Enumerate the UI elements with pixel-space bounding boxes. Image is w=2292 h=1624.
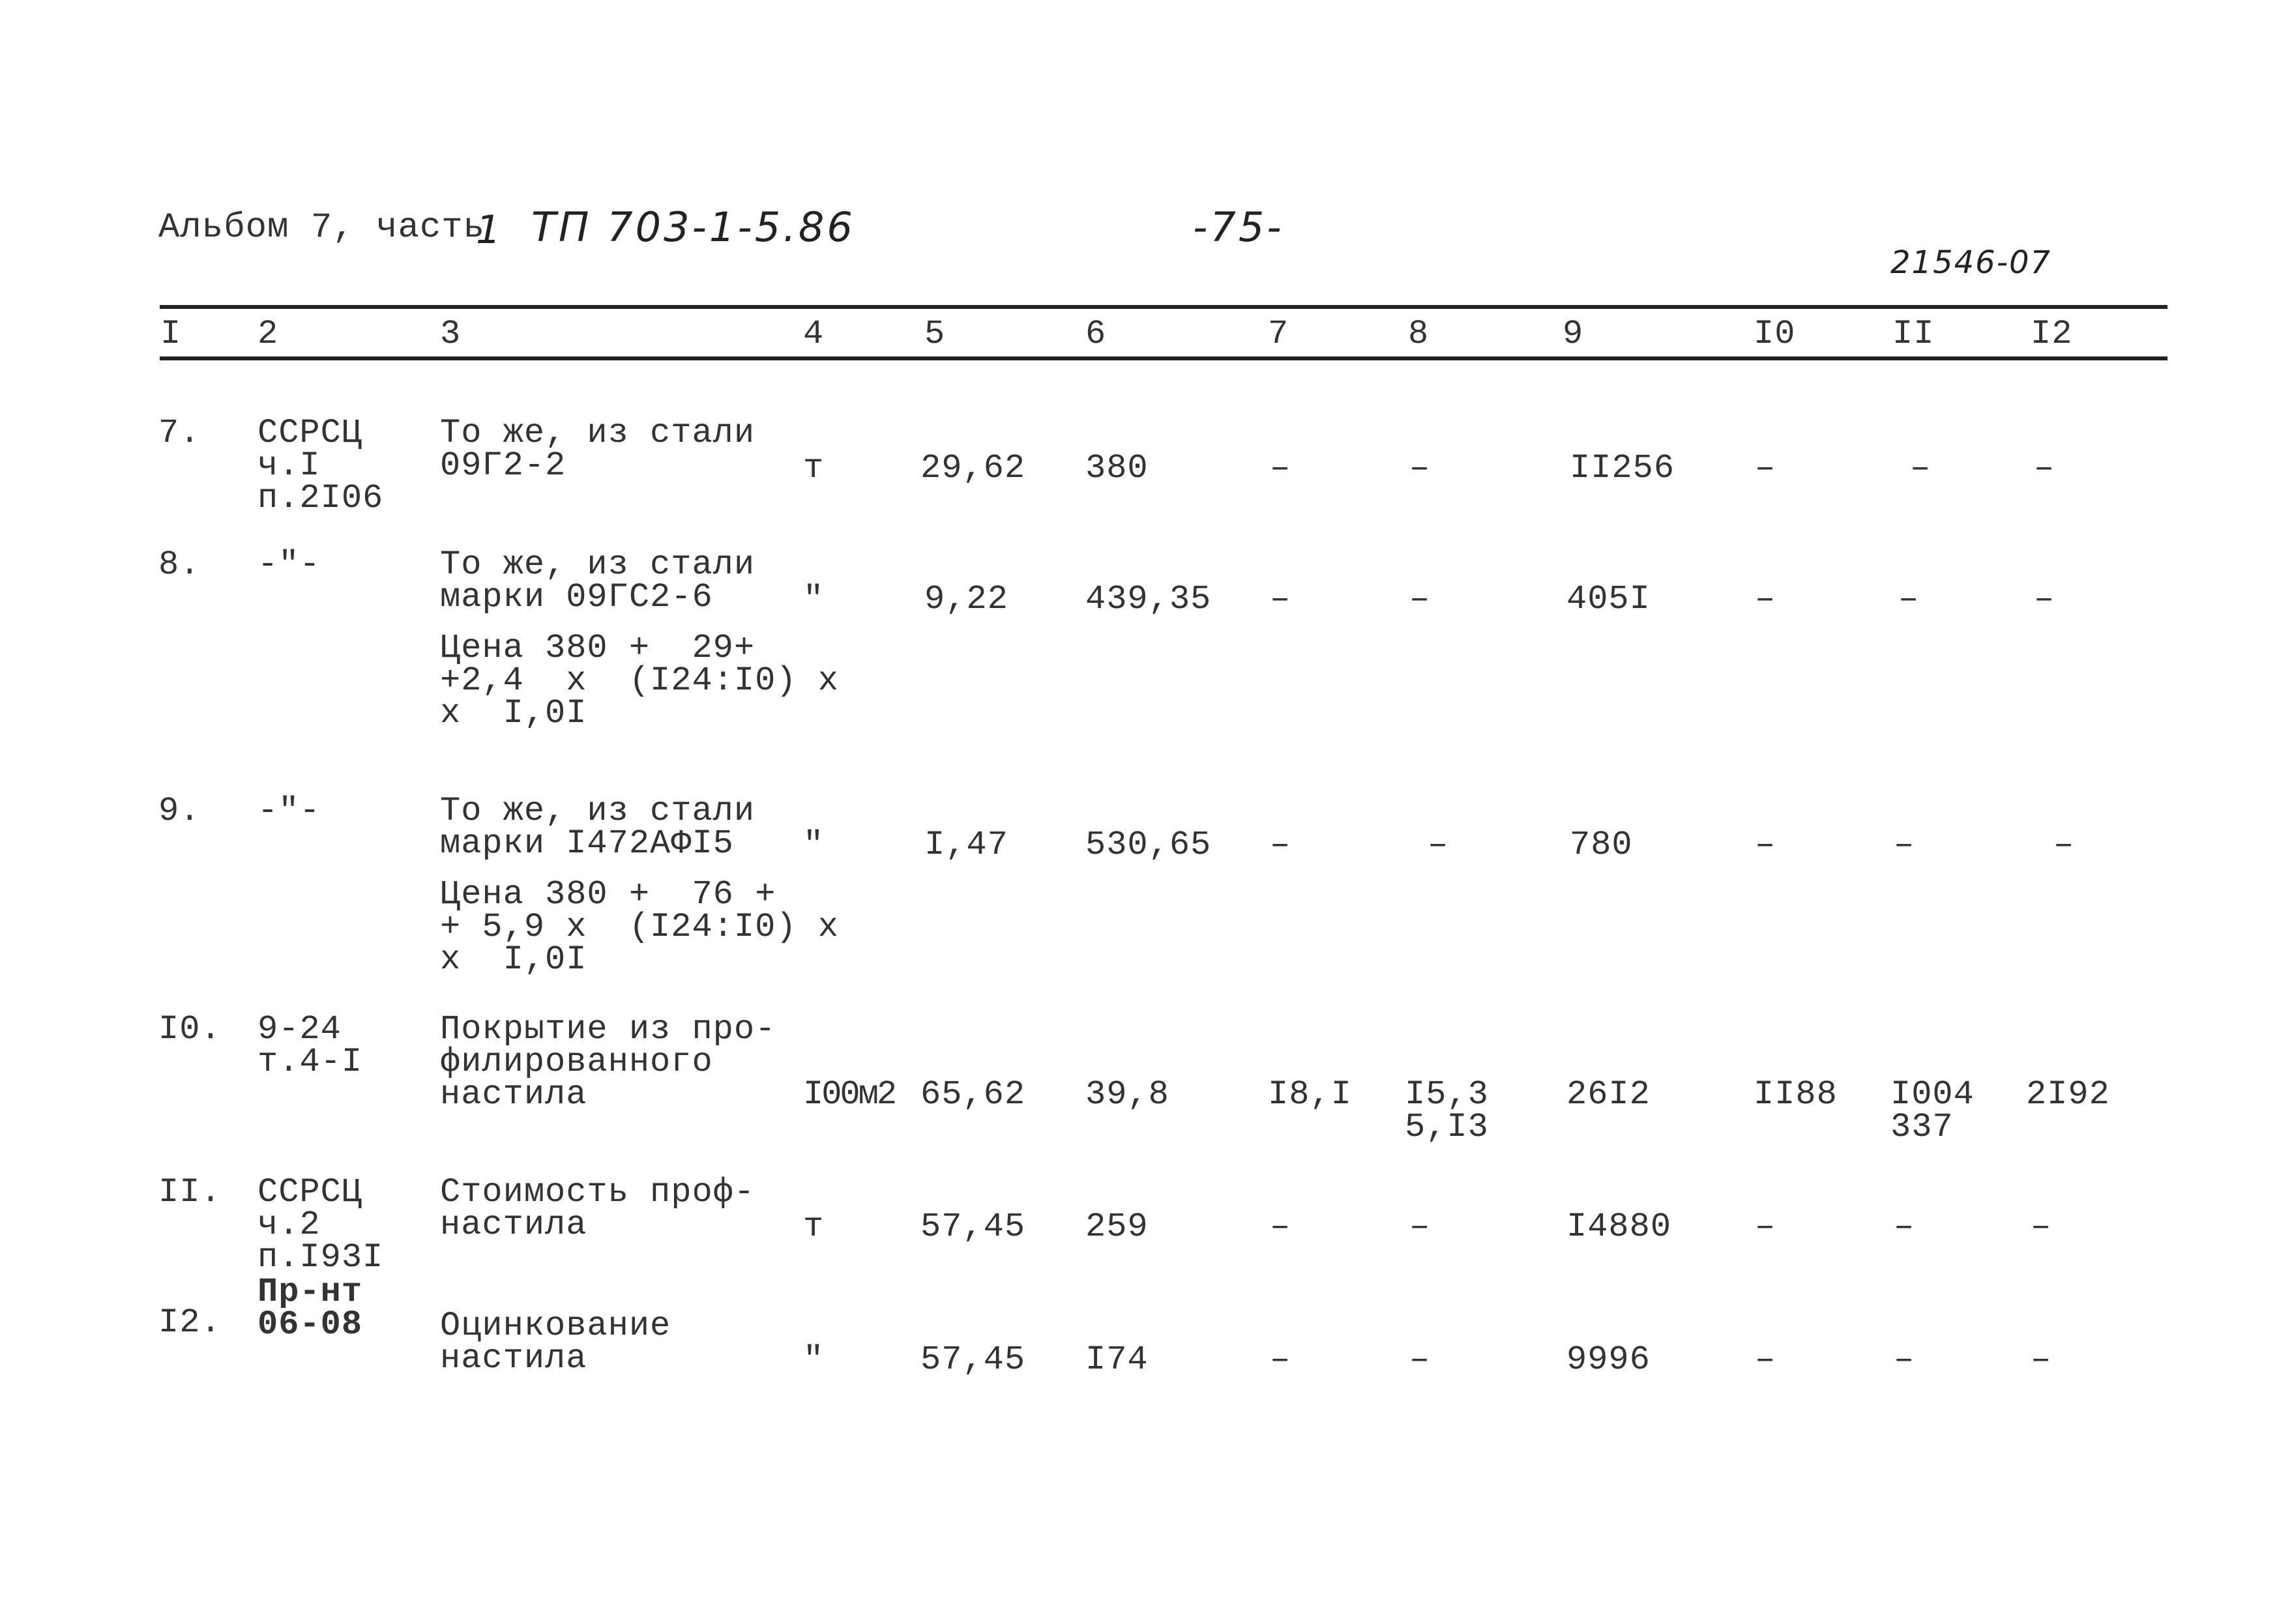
col8-value: – <box>1428 826 1449 864</box>
project-code: ТП 703-1-5.86 <box>531 203 855 251</box>
unit: т <box>803 449 825 487</box>
reference: ССРСЦ ч.I п.2I06 <box>257 414 384 517</box>
column-number: 4 <box>803 315 825 353</box>
column-number: II <box>1892 315 1935 353</box>
column-number: I0 <box>1754 315 1796 353</box>
page-number: -75- <box>1193 203 1284 251</box>
col10-value: – <box>1755 826 1776 864</box>
row-number: II. <box>158 1173 222 1211</box>
col10-value: II88 <box>1754 1075 1838 1114</box>
col8-value: I5,3 5,I3 <box>1405 1075 1489 1146</box>
col10-value: – <box>1755 449 1776 487</box>
unit: I00м2 <box>803 1075 897 1114</box>
col11-value: – <box>1894 1208 1915 1246</box>
col7-value: – <box>1270 580 1291 618</box>
col12-value: – <box>2034 449 2055 487</box>
column-number: 2 <box>257 315 279 353</box>
col8-value: – <box>1409 1208 1431 1246</box>
unit-price: 259 <box>1085 1208 1149 1246</box>
unit-price: 380 <box>1085 449 1149 487</box>
unit: " <box>803 580 825 618</box>
unit-price: 439,35 <box>1085 580 1212 618</box>
part-number-handwritten: 1 <box>476 207 501 253</box>
unit-price: I74 <box>1085 1341 1149 1379</box>
description: Покрытие из про- филированного настила <box>440 1010 776 1114</box>
unit-price: 39,8 <box>1085 1075 1169 1114</box>
total-cost: II256 <box>1570 449 1675 487</box>
col12-value: – <box>2034 580 2055 618</box>
col7-value: – <box>1270 826 1291 864</box>
total-cost: I4880 <box>1566 1208 1672 1246</box>
column-number: 8 <box>1408 315 1430 353</box>
col7-value: – <box>1270 449 1291 487</box>
column-number: 9 <box>1563 315 1584 353</box>
row-number: 9. <box>158 792 201 830</box>
quantity: 9,22 <box>924 580 1008 618</box>
col11-value: – <box>1898 580 1920 618</box>
col12-value: – <box>2031 1341 2052 1379</box>
unit: т <box>803 1208 825 1246</box>
quantity: 57,45 <box>920 1208 1026 1246</box>
row-number: 7. <box>158 414 201 452</box>
unit-price: 530,65 <box>1085 826 1212 864</box>
quantity: I,47 <box>924 826 1008 864</box>
quantity: 57,45 <box>920 1341 1026 1379</box>
column-number: I <box>160 315 182 353</box>
reference: ССРСЦ ч.2 п.I93I <box>257 1173 384 1277</box>
col11-value: – <box>1894 1341 1915 1379</box>
description: Оцинкование настила <box>440 1307 671 1378</box>
header-rule-bottom <box>160 356 2167 360</box>
description: Стоимость проф- настила <box>440 1173 756 1244</box>
album-label: Альбом 7, часть <box>158 208 486 248</box>
column-number: 3 <box>440 315 462 353</box>
col7-value: I8,I <box>1268 1075 1352 1114</box>
column-number: 6 <box>1085 315 1107 353</box>
col12-value: 2I92 <box>2026 1075 2110 1114</box>
row-number: 8. <box>158 545 201 584</box>
col8-value: – <box>1409 1341 1431 1379</box>
quantity: 29,62 <box>920 449 1026 487</box>
reference: -"- <box>257 792 321 830</box>
total-cost: 405I <box>1566 580 1651 618</box>
col10-value: – <box>1755 1208 1776 1246</box>
price-formula: Цена 380 + 76 + + 5,9 х (I24:I0) х х I,0… <box>440 875 839 979</box>
description: То же, из стали марки 09ГС2-6 <box>440 545 756 616</box>
reference: 9-24 т.4-I <box>257 1010 363 1081</box>
total-cost: 9996 <box>1566 1341 1651 1379</box>
col7-value: – <box>1270 1208 1291 1246</box>
price-formula: Цена 380 + 29+ +2,4 х (I24:I0) х х I,0I <box>440 629 839 732</box>
unit: " <box>803 826 825 864</box>
unit: " <box>803 1341 825 1379</box>
col8-value: – <box>1409 580 1431 618</box>
col11-value: I004 337 <box>1890 1075 1975 1146</box>
column-number: 5 <box>924 315 946 353</box>
col7-value: – <box>1270 1341 1291 1379</box>
document-code: 21546-07 <box>1890 244 2052 281</box>
row-number: I2. <box>158 1303 222 1342</box>
col11-value: – <box>1910 449 1932 487</box>
col11-value: – <box>1894 826 1915 864</box>
column-number: 7 <box>1268 315 1289 353</box>
total-cost: 780 <box>1570 826 1633 864</box>
col8-value: – <box>1409 449 1431 487</box>
quantity: 65,62 <box>920 1075 1026 1114</box>
col10-value: – <box>1755 580 1776 618</box>
reference: Пр-нт 06-08 <box>257 1273 363 1344</box>
column-number: I2 <box>2031 315 2073 353</box>
col12-value: – <box>2031 1208 2052 1246</box>
description: То же, из стали 09Г2-2 <box>440 414 756 485</box>
reference: -"- <box>257 545 321 584</box>
col10-value: – <box>1755 1341 1776 1379</box>
total-cost: 26I2 <box>1566 1075 1651 1114</box>
row-number: I0. <box>158 1010 222 1049</box>
header-rule-top <box>160 305 2167 309</box>
description: То же, из стали марки I472АФI5 <box>440 792 756 863</box>
col12-value: – <box>2053 826 2075 864</box>
